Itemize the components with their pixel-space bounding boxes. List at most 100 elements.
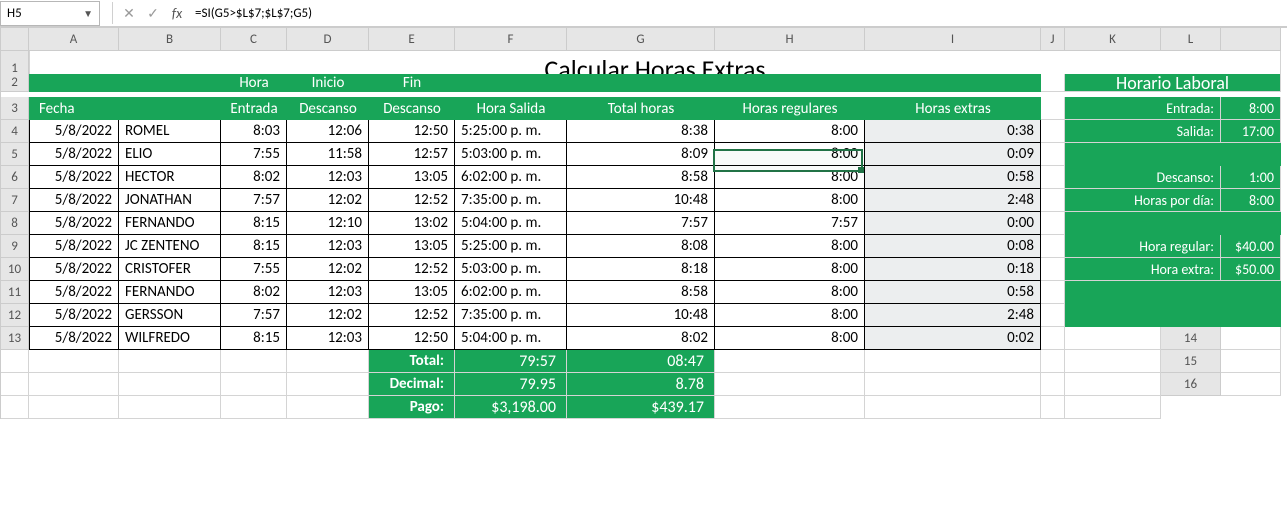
blank-cell[interactable] (1041, 235, 1065, 258)
cell-extras[interactable]: 0:58 (865, 281, 1041, 304)
cell-extras[interactable]: 2:48 (865, 304, 1041, 327)
row-header[interactable]: 10 (1, 258, 29, 281)
cell-regulares[interactable]: 8:00 (715, 120, 865, 143)
cell-total[interactable]: 8:18 (567, 258, 715, 281)
cell-total[interactable]: 8:08 (567, 235, 715, 258)
cell-ini-desc[interactable]: 12:06 (287, 120, 369, 143)
cell-nombre[interactable]: GERSSON (119, 304, 221, 327)
blank-cell[interactable] (1221, 350, 1281, 373)
cell-fin-desc[interactable]: 13:05 (369, 281, 455, 304)
blank-cell[interactable] (221, 396, 287, 419)
cell-extras[interactable]: 0:00 (865, 212, 1041, 235)
column-header[interactable]: E (369, 28, 455, 51)
cell-fin-desc[interactable]: 12:50 (369, 120, 455, 143)
blank-cell[interactable] (865, 373, 1041, 396)
column-header[interactable]: D (287, 28, 369, 51)
cell-salida[interactable]: 6:02:00 p. m. (455, 166, 567, 189)
blank-cell[interactable] (1041, 212, 1065, 235)
blank-cell[interactable] (865, 396, 1041, 419)
blank-cell[interactable] (1041, 304, 1065, 327)
blank-cell[interactable] (221, 373, 287, 396)
cell-fin-desc[interactable]: 13:05 (369, 166, 455, 189)
cell-regulares[interactable]: 8:00 (715, 189, 865, 212)
blank-cell[interactable] (1041, 166, 1065, 189)
column-header[interactable]: J (1041, 28, 1065, 51)
blank-cell[interactable] (865, 350, 1041, 373)
blank-cell[interactable] (715, 396, 865, 419)
blank-cell[interactable] (1041, 281, 1065, 304)
cell-fecha[interactable]: 5/8/2022 (29, 327, 119, 350)
cell-fecha[interactable]: 5/8/2022 (29, 120, 119, 143)
cell-total[interactable]: 8:58 (567, 166, 715, 189)
cell-salida[interactable]: 7:35:00 p. m. (455, 189, 567, 212)
cell-entrada[interactable]: 8:02 (221, 166, 287, 189)
cell-fecha[interactable]: 5/8/2022 (29, 212, 119, 235)
blank-cell[interactable] (29, 350, 119, 373)
cell-regulares[interactable]: 7:57 (715, 212, 865, 235)
cell-total[interactable]: 8:38 (567, 120, 715, 143)
cell-salida[interactable]: 6:02:00 p. m. (455, 281, 567, 304)
blank-cell[interactable] (715, 350, 865, 373)
cell-entrada[interactable]: 8:15 (221, 212, 287, 235)
blank-cell[interactable] (1065, 396, 1161, 419)
row-header[interactable]: 16 (1161, 373, 1221, 396)
blank-cell[interactable] (29, 373, 119, 396)
cell-total[interactable]: 8:09 (567, 143, 715, 166)
row-header[interactable]: 9 (1, 235, 29, 258)
column-header[interactable]: F (455, 28, 567, 51)
cell-extras[interactable]: 0:58 (865, 166, 1041, 189)
row-header[interactable]: 5 (1, 143, 29, 166)
blank-cell[interactable] (287, 350, 369, 373)
column-header[interactable]: G (567, 28, 715, 51)
blank-cell[interactable] (119, 373, 221, 396)
cell-nombre[interactable]: FERNANDO (119, 212, 221, 235)
cell-nombre[interactable]: HECTOR (119, 166, 221, 189)
select-all-corner[interactable] (1, 28, 29, 51)
row-header[interactable]: 6 (1, 166, 29, 189)
cell-regulares[interactable]: 8:00 (715, 327, 865, 350)
row-header[interactable]: 12 (1, 304, 29, 327)
cell-fecha[interactable]: 5/8/2022 (29, 304, 119, 327)
blank-cell[interactable] (29, 396, 119, 419)
blank-cell[interactable] (287, 373, 369, 396)
cell-extras[interactable]: 0:08 (865, 235, 1041, 258)
cell-salida[interactable]: 5:03:00 p. m. (455, 258, 567, 281)
cell-fin-desc[interactable]: 12:52 (369, 304, 455, 327)
cell-fin-desc[interactable]: 12:50 (369, 327, 455, 350)
cell-entrada[interactable]: 8:15 (221, 235, 287, 258)
column-header[interactable] (1221, 28, 1281, 51)
row-header[interactable]: 3 (1, 97, 29, 120)
cell-fin-desc[interactable]: 13:02 (369, 212, 455, 235)
cell-salida[interactable]: 5:04:00 p. m. (455, 212, 567, 235)
cell-ini-desc[interactable]: 11:58 (287, 143, 369, 166)
cell-ini-desc[interactable]: 12:02 (287, 258, 369, 281)
blank-cell[interactable] (1041, 189, 1065, 212)
blank-cell[interactable] (119, 350, 221, 373)
cell-nombre[interactable]: FERNANDO (119, 281, 221, 304)
cell-ini-desc[interactable]: 12:03 (287, 166, 369, 189)
cell-regulares[interactable]: 8:00 (715, 166, 865, 189)
cell-fecha[interactable]: 5/8/2022 (29, 143, 119, 166)
cell-entrada[interactable]: 7:57 (221, 304, 287, 327)
spreadsheet-grid[interactable]: ABCDEFGHIJKL1Calcular Horas Extras2HoraI… (0, 27, 1287, 419)
cell-regulares[interactable]: 8:00 (715, 281, 865, 304)
cell-extras[interactable]: 0:38 (865, 120, 1041, 143)
cell-ini-desc[interactable]: 12:02 (287, 189, 369, 212)
cell-regulares[interactable]: 8:00 (715, 258, 865, 281)
blank-cell[interactable] (1065, 373, 1161, 396)
cell-nombre[interactable]: ELIO (119, 143, 221, 166)
cell-ini-desc[interactable]: 12:10 (287, 212, 369, 235)
cell-total[interactable]: 10:48 (567, 304, 715, 327)
blank-cell[interactable] (1041, 396, 1065, 419)
row-header[interactable]: 4 (1, 120, 29, 143)
blank-cell[interactable] (1041, 74, 1065, 92)
cell-entrada[interactable]: 7:55 (221, 143, 287, 166)
cell-regulares[interactable]: 8:00 (715, 304, 865, 327)
blank-cell[interactable] (1, 350, 29, 373)
cell-fecha[interactable]: 5/8/2022 (29, 166, 119, 189)
cell-entrada[interactable]: 8:03 (221, 120, 287, 143)
column-header[interactable]: C (221, 28, 287, 51)
row-header[interactable]: 8 (1, 212, 29, 235)
blank-cell[interactable] (1221, 327, 1281, 350)
blank-cell[interactable] (1, 396, 29, 419)
